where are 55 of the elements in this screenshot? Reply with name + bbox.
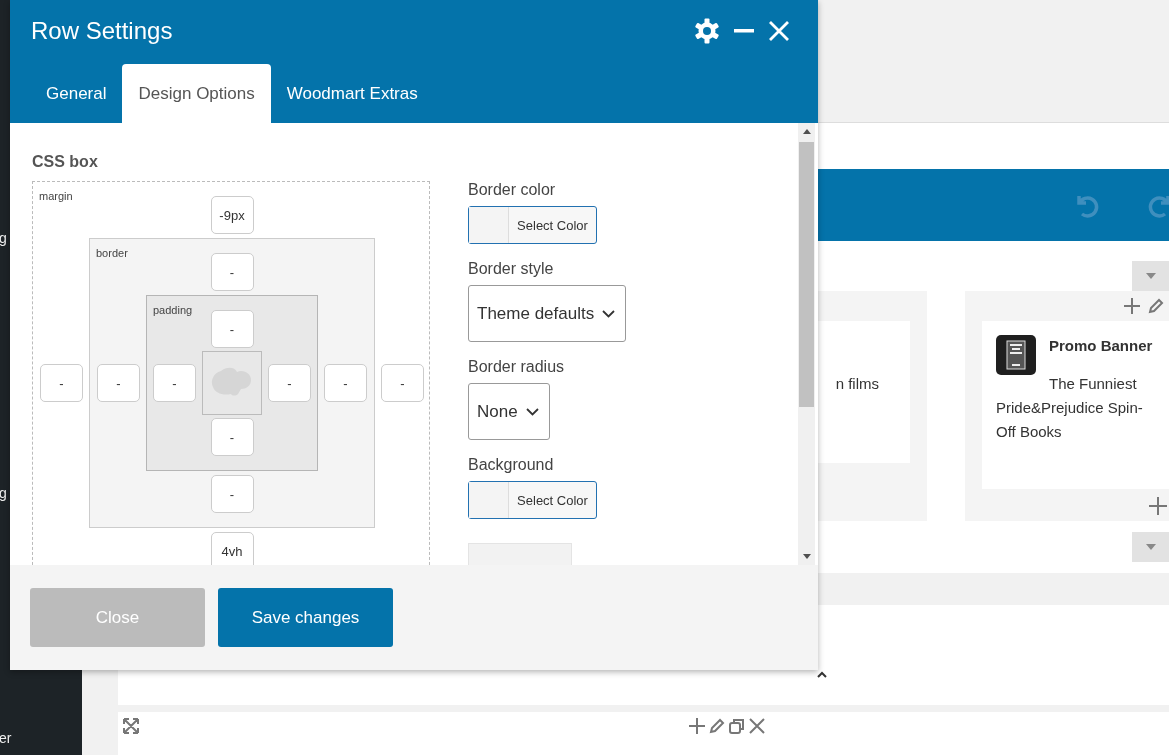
row-dropdown-button[interactable] bbox=[1132, 261, 1169, 291]
tab[interactable]: Design Options bbox=[122, 64, 271, 123]
padding-bottom-field[interactable]: - bbox=[210, 418, 254, 456]
row-dropdown-button[interactable] bbox=[1132, 532, 1169, 562]
margin-top-field[interactable]: -9px bbox=[210, 196, 254, 234]
save-button[interactable]: Save changes bbox=[218, 588, 393, 647]
margin-label: margin bbox=[39, 190, 73, 202]
add-icon[interactable] bbox=[688, 717, 706, 735]
scroll-down-icon[interactable] bbox=[802, 554, 811, 559]
margin-bottom-field[interactable]: 4vh bbox=[210, 532, 254, 565]
padding-top-field[interactable]: - bbox=[210, 310, 254, 348]
chevron-down-icon bbox=[525, 407, 539, 416]
element-text: n films bbox=[835, 375, 879, 394]
scroll-up-icon[interactable] bbox=[802, 129, 811, 134]
scrollbar[interactable] bbox=[798, 123, 815, 565]
settings-icon[interactable] bbox=[694, 18, 720, 44]
banner-icon bbox=[996, 335, 1036, 375]
add-icon[interactable] bbox=[1148, 496, 1168, 516]
sidebar-item[interactable]: g bbox=[0, 228, 7, 248]
field-label: Background bbox=[468, 456, 555, 474]
border-bottom-field[interactable]: - bbox=[210, 475, 254, 513]
border-left-field[interactable]: - bbox=[97, 364, 140, 402]
chevron-down-icon bbox=[602, 309, 616, 318]
tab[interactable]: General bbox=[30, 64, 123, 123]
margin-right-field[interactable]: - bbox=[381, 364, 424, 402]
color-picker-button[interactable]: Select Color bbox=[468, 481, 597, 519]
tab[interactable]: Woodmart Extras bbox=[270, 64, 434, 123]
caret-down-icon bbox=[1146, 273, 1156, 279]
copy-icon[interactable] bbox=[728, 717, 746, 735]
color-picker-button[interactable]: Select Color bbox=[468, 206, 597, 244]
caret-up-icon[interactable] bbox=[817, 671, 827, 678]
pencil-icon[interactable] bbox=[708, 717, 726, 735]
select-dropdown[interactable]: None bbox=[468, 383, 550, 440]
dialog-title: Row Settings bbox=[31, 17, 174, 45]
sidebar-item[interactable]: er bbox=[0, 728, 12, 748]
close-icon[interactable] bbox=[748, 717, 766, 735]
border-right-field[interactable]: - bbox=[324, 364, 367, 402]
margin-left-field[interactable]: - bbox=[40, 364, 83, 402]
field-label: Border style bbox=[468, 260, 555, 278]
add-icon[interactable] bbox=[1123, 297, 1141, 315]
border-label: border bbox=[96, 247, 128, 259]
border-top-field[interactable]: - bbox=[210, 253, 254, 291]
field-label: Border radius bbox=[468, 358, 566, 376]
promo-text: The Funniest Pride&Prejudice Spin-Off Books bbox=[996, 374, 1144, 442]
expand-icon[interactable] bbox=[122, 717, 140, 735]
select-dropdown[interactable]: Theme defaults bbox=[468, 285, 627, 342]
padding-right-field[interactable]: - bbox=[268, 364, 311, 402]
promo-title: Promo Banner bbox=[1049, 336, 1154, 356]
section-title: CSS box bbox=[32, 153, 99, 172]
sidebar-item[interactable]: g bbox=[0, 483, 7, 503]
field-label: Border color bbox=[468, 181, 557, 199]
padding-left-field[interactable]: - bbox=[153, 364, 196, 402]
pencil-icon[interactable] bbox=[1147, 297, 1165, 315]
padding-label: padding bbox=[153, 304, 193, 316]
caret-down-icon bbox=[1146, 544, 1156, 550]
